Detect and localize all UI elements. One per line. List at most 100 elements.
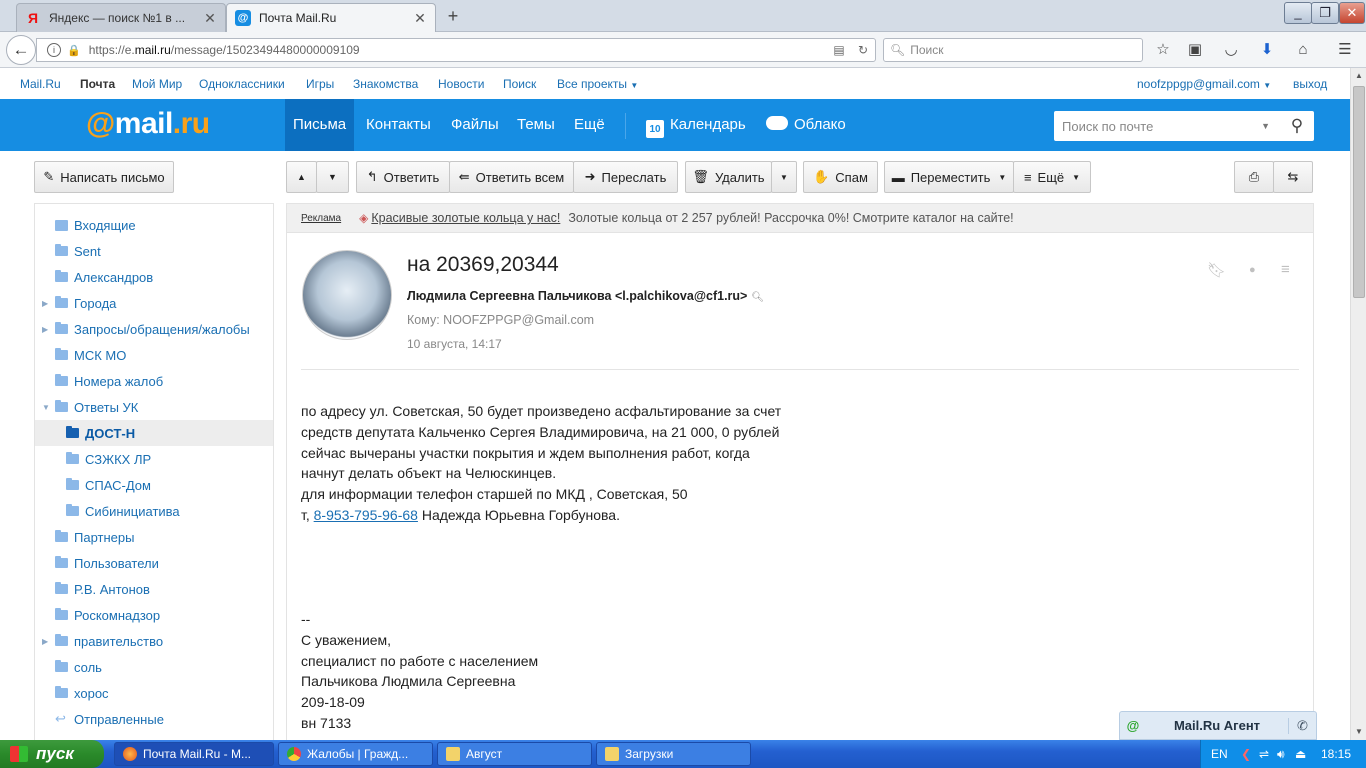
forward-button[interactable]: ➜ Переслать bbox=[573, 161, 678, 193]
close-icon[interactable]: ✕ bbox=[413, 10, 427, 27]
clock[interactable]: 18:15 bbox=[1321, 747, 1351, 761]
folder-item[interactable]: ▶ Города bbox=[35, 290, 273, 316]
back-button[interactable]: ← bbox=[6, 35, 36, 65]
scroll-thumb[interactable] bbox=[1353, 86, 1365, 298]
search-icon[interactable]: ⚲ bbox=[1280, 116, 1314, 136]
reader-view-icon[interactable]: ▤ bbox=[827, 43, 851, 57]
nav-files[interactable]: Файлы bbox=[443, 99, 507, 151]
message-menu-icon[interactable]: ≡ bbox=[1281, 261, 1290, 278]
compose-button[interactable]: ✎ Написать письмо bbox=[34, 161, 174, 193]
download-icon[interactable]: ⬇ bbox=[1256, 40, 1278, 60]
portal-link-mailru[interactable]: Mail.Ru bbox=[20, 77, 61, 91]
reading-list-icon[interactable]: ▣ bbox=[1184, 40, 1206, 60]
folder-item-selected[interactable]: ДОСТ-Н bbox=[35, 420, 273, 446]
nav-letters[interactable]: Письма bbox=[285, 99, 355, 151]
info-icon[interactable]: i bbox=[47, 43, 61, 57]
pocket-icon[interactable]: ◡ bbox=[1220, 40, 1242, 60]
safely-remove-icon[interactable]: ⏏ bbox=[1295, 747, 1306, 761]
folder-item[interactable]: хорос bbox=[35, 680, 273, 706]
taskbar-item-folder-august[interactable]: Август bbox=[437, 742, 592, 766]
folder-item[interactable]: Пользователи bbox=[35, 550, 273, 576]
folder-item[interactable]: Партнеры bbox=[35, 524, 273, 550]
sender-avatar[interactable] bbox=[302, 250, 392, 340]
minimize-button[interactable]: _ bbox=[1284, 2, 1312, 24]
unread-dot-icon[interactable]: ● bbox=[1249, 264, 1256, 276]
tab-mailru[interactable]: @ Почта Mail.Ru ✕ bbox=[226, 3, 436, 32]
folder-item[interactable]: Р.В. Антонов bbox=[35, 576, 273, 602]
phone-icon[interactable]: ✆ bbox=[1288, 717, 1316, 734]
reply-all-button[interactable]: ⇚ Ответить всем bbox=[449, 161, 574, 193]
portal-link-mymir[interactable]: Мой Мир bbox=[132, 77, 182, 91]
folder-item[interactable]: соль bbox=[35, 654, 273, 680]
user-menu[interactable]: noofzppgp@gmail.com ▼ bbox=[1137, 77, 1271, 91]
portal-link-games[interactable]: Игры bbox=[306, 77, 334, 91]
folder-item[interactable]: Сибинициатива bbox=[35, 498, 273, 524]
print-button[interactable]: ⎙ bbox=[1234, 161, 1274, 193]
next-message-button[interactable]: ▼ bbox=[316, 161, 349, 193]
nav-calendar[interactable]: 10 Календарь bbox=[638, 99, 754, 151]
page-scrollbar[interactable]: ▲ ▼ bbox=[1350, 68, 1366, 740]
ad-text[interactable]: Золотые кольца от 2 257 рублей! Рассрочк… bbox=[568, 211, 1013, 225]
folder-item[interactable]: ▶ Запросы/обращения/жалобы bbox=[35, 316, 273, 342]
phone-link[interactable]: 8-953-795-96-68 bbox=[314, 507, 418, 523]
search-icon[interactable]: 🔍︎ bbox=[751, 292, 764, 303]
tab-yandex[interactable]: Я Яндекс — поиск №1 в ... ✕ bbox=[16, 3, 226, 32]
close-icon[interactable]: ✕ bbox=[203, 10, 217, 27]
collapse-arrow-icon[interactable]: ▼ bbox=[42, 403, 52, 412]
nav-more[interactable]: Ещё bbox=[566, 99, 613, 151]
address-bar[interactable]: i 🔒 https://e.mail.ru/message/1502349448… bbox=[36, 38, 876, 62]
reload-icon[interactable]: ↻ bbox=[851, 43, 875, 57]
folder-item[interactable]: ▶ правительство bbox=[35, 628, 273, 654]
portal-link-dating[interactable]: Знакомства bbox=[353, 77, 418, 91]
move-button[interactable]: ▬ Переместить ▼ bbox=[884, 161, 1014, 193]
reply-button[interactable]: ↰ Ответить bbox=[356, 161, 450, 193]
nav-contacts[interactable]: Контакты bbox=[358, 99, 439, 151]
taskbar-item-firefox[interactable]: Почта Mail.Ru - M... bbox=[114, 742, 274, 766]
tray-arrow-icon[interactable]: ❮ bbox=[1241, 747, 1251, 761]
language-indicator[interactable]: EN bbox=[1211, 747, 1228, 761]
delete-options-button[interactable]: ▼ bbox=[771, 161, 797, 193]
mailru-agent-bar[interactable]: @ Mail.Ru Агент ✆ bbox=[1119, 711, 1317, 740]
bookmark-star-icon[interactable]: ☆ bbox=[1152, 40, 1174, 60]
portal-link-ok[interactable]: Одноклассники bbox=[199, 77, 285, 91]
home-icon[interactable]: ⌂ bbox=[1292, 40, 1314, 60]
mail-search-input[interactable]: Поиск по почте ▼ ⚲ bbox=[1054, 111, 1314, 141]
folder-item[interactable]: Номера жалоб bbox=[35, 368, 273, 394]
nav-themes[interactable]: Темы bbox=[509, 99, 563, 151]
expand-arrow-icon[interactable]: ▶ bbox=[42, 325, 52, 334]
portal-link-news[interactable]: Новости bbox=[438, 77, 484, 91]
chevron-down-icon[interactable]: ▼ bbox=[1261, 121, 1270, 131]
menu-icon[interactable]: ☰ bbox=[1334, 40, 1356, 60]
folder-item[interactable]: СПАС-Дом bbox=[35, 472, 273, 498]
encoding-button[interactable]: ⇆ bbox=[1273, 161, 1313, 193]
message-sender[interactable]: Людмила Сергеевна Пальчикова <l.palchiko… bbox=[407, 289, 764, 303]
new-tab-button[interactable]: + bbox=[442, 6, 464, 26]
prev-message-button[interactable]: ▲ bbox=[286, 161, 317, 193]
taskbar-item-chrome[interactable]: Жалобы | Гражд... bbox=[278, 742, 433, 766]
folder-sent[interactable]: ↩ Отправленные bbox=[35, 706, 273, 732]
flag-icon[interactable]: 🔖︎ bbox=[1207, 261, 1226, 279]
folder-item[interactable]: МСК МО bbox=[35, 342, 273, 368]
folder-item[interactable]: Роскомнадзор bbox=[35, 602, 273, 628]
folder-item[interactable]: ▼ Ответы УК bbox=[35, 394, 273, 420]
close-window-button[interactable]: ✕ bbox=[1339, 2, 1365, 24]
taskbar-item-folder-downloads[interactable]: Загрузки bbox=[596, 742, 751, 766]
folder-item[interactable]: Александров bbox=[35, 264, 273, 290]
expand-arrow-icon[interactable]: ▶ bbox=[42, 637, 52, 646]
ad-label[interactable]: Реклама bbox=[301, 213, 341, 224]
maximize-button[interactable]: ❐ bbox=[1311, 2, 1339, 24]
folder-item[interactable]: Sent bbox=[35, 238, 273, 264]
logout-link[interactable]: выход bbox=[1293, 77, 1327, 91]
portal-link-search[interactable]: Поиск bbox=[503, 77, 536, 91]
start-button[interactable]: пуск bbox=[0, 740, 104, 768]
expand-arrow-icon[interactable]: ▶ bbox=[42, 299, 52, 308]
network-icon[interactable]: ⇌ bbox=[1259, 747, 1269, 761]
scroll-down-icon[interactable]: ▼ bbox=[1352, 724, 1366, 740]
scroll-up-icon[interactable]: ▲ bbox=[1352, 68, 1366, 84]
spam-button[interactable]: ✋ Спам bbox=[803, 161, 878, 193]
portal-link-mail[interactable]: Почта bbox=[80, 77, 115, 91]
volume-icon[interactable]: 🔊︎ bbox=[1277, 747, 1285, 762]
more-button[interactable]: ≡ Ещё ▼ bbox=[1013, 161, 1091, 193]
delete-button[interactable]: 🗑︎ Удалить bbox=[685, 161, 772, 193]
nav-cloud[interactable]: Облако bbox=[758, 99, 854, 151]
